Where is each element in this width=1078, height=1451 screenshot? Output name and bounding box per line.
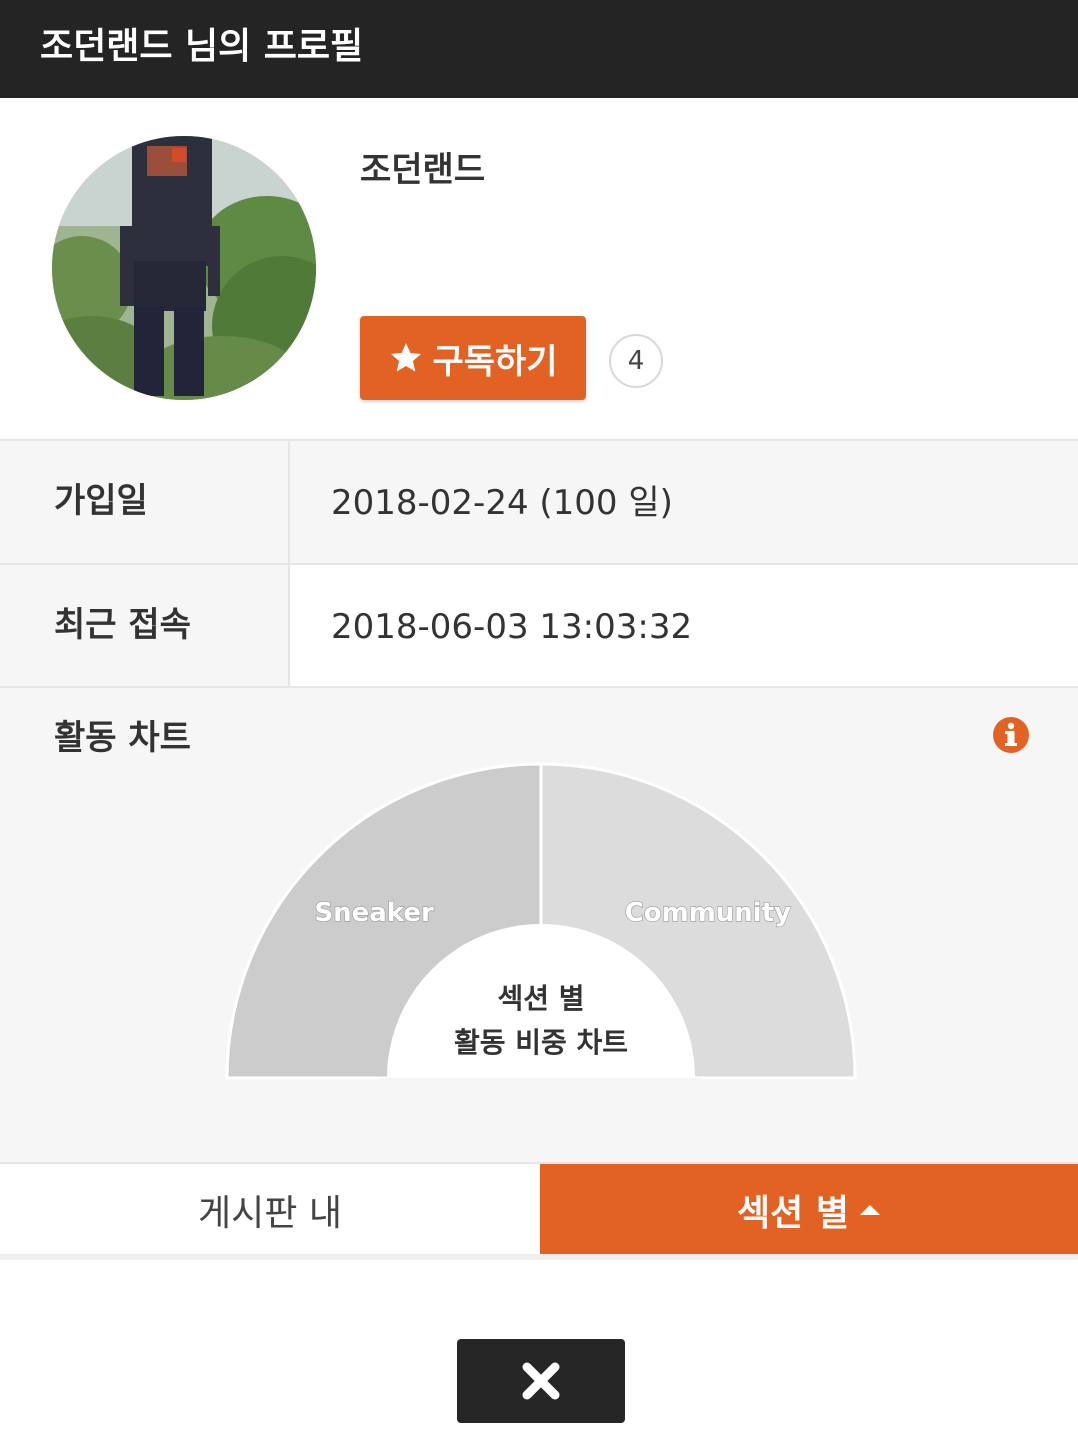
avatar-image xyxy=(52,136,316,400)
chart-center-line1: 섹션 별 xyxy=(497,982,584,1015)
activity-chart: Sneaker Community 섹션 별 활동 비중 차트 xyxy=(225,762,857,1164)
recent-access-label: 최근 접속 xyxy=(0,565,290,687)
tabs-divider xyxy=(0,1254,1078,1260)
info-icon[interactable] xyxy=(992,716,1030,754)
tab-section-label: 섹션 별 xyxy=(737,1193,849,1234)
chart-center-line2: 활동 비중 차트 xyxy=(454,1026,628,1059)
close-button[interactable] xyxy=(457,1339,625,1423)
tab-board[interactable]: 게시판 내 xyxy=(0,1164,540,1256)
avatar xyxy=(52,136,316,400)
star-icon xyxy=(391,343,422,372)
profile-card: 조던랜드 구독하기 4 xyxy=(0,98,1078,440)
chart-tabs: 게시판 내 섹션 별 xyxy=(0,1162,1078,1256)
page-title: 조던랜드 님의 프로필 xyxy=(0,0,1078,98)
join-date-label: 가입일 xyxy=(0,441,290,563)
tab-section[interactable]: 섹션 별 xyxy=(540,1164,1078,1256)
tab-board-label: 게시판 내 xyxy=(198,1193,342,1234)
join-date-row: 가입일 2018-02-24 (100 일) xyxy=(0,439,1078,563)
activity-chart-title: 활동 차트 xyxy=(54,718,191,758)
subscribe-button[interactable]: 구독하기 xyxy=(360,316,586,400)
activity-chart-section: Sneaker Community 섹션 별 활동 비중 차트 활동 차트 xyxy=(0,686,1078,1164)
subscriber-count-badge: 4 xyxy=(609,334,663,388)
recent-access-row: 최근 접속 2018-06-03 13:03:32 xyxy=(0,563,1078,687)
subscribe-label: 구독하기 xyxy=(432,341,558,382)
join-date-value: 2018-02-24 (100 일) xyxy=(331,483,673,523)
close-icon xyxy=(522,1362,560,1400)
chart-label-sneaker: Sneaker xyxy=(314,898,434,928)
chart-label-community: Community xyxy=(625,898,791,928)
caret-up-icon xyxy=(859,1205,880,1215)
profile-nickname: 조던랜드 xyxy=(360,150,486,190)
recent-access-value: 2018-06-03 13:03:32 xyxy=(331,607,693,647)
